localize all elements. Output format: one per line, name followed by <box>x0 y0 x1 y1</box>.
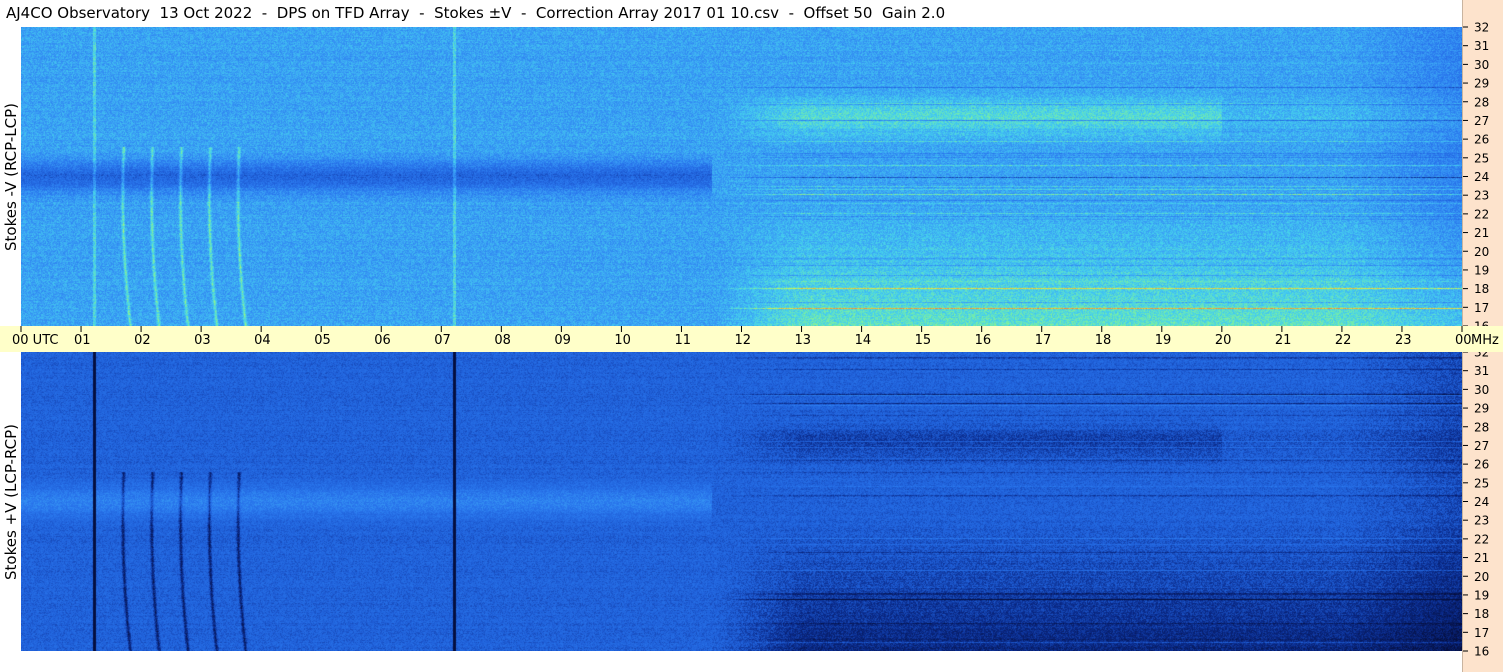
time-label-17: 17 <box>1035 333 1052 348</box>
top-freq-tick-label-21: 21 <box>1474 226 1489 240</box>
stokes-minus-v-spectrogram <box>21 27 1462 326</box>
bottom-freq-tick-label-16: 16 <box>1474 645 1489 659</box>
bottom-freq-tick-label-21: 21 <box>1474 551 1489 565</box>
time-label-24: 00 <box>1455 333 1472 348</box>
bottom-freq-tick-label-25: 25 <box>1474 476 1489 490</box>
time-label-22: 22 <box>1335 333 1352 348</box>
top-freq-tick-label-28: 28 <box>1474 95 1489 109</box>
top-freq-tick-label-19: 19 <box>1474 263 1489 277</box>
top-panel-ylabel: Stokes -V (RCP-LCP) <box>0 27 22 326</box>
time-label-16: 16 <box>975 333 992 348</box>
bottom-freq-tick-label-31: 31 <box>1474 364 1489 378</box>
bottom-freq-tick-label-18: 18 <box>1474 607 1489 621</box>
time-label-1: 01 <box>74 333 91 348</box>
stokes-minus-v-canvas <box>21 27 1462 326</box>
bottom-freq-tick-label-32: 32 <box>1474 352 1489 360</box>
top-freq-tick-label-22: 22 <box>1474 207 1489 221</box>
bottom-freq-tick-label-19: 19 <box>1474 588 1489 602</box>
top-frequency-axis: 3231302928272625242322212019181716 <box>1462 0 1503 326</box>
time-label-9: 09 <box>554 333 571 348</box>
bottom-strip <box>21 651 1462 672</box>
stokes-plus-v-canvas <box>21 352 1462 651</box>
time-label-2: 02 <box>134 333 151 348</box>
top-freq-tick-label-31: 31 <box>1474 39 1489 53</box>
top-freq-tick-label-25: 25 <box>1474 151 1489 165</box>
bottom-panel-ylabel-text: Stokes +V (LCP-RCP) <box>2 423 20 580</box>
bottom-frequency-axis: 32 31 30 29 28 27 26 25 24 23 22 21 20 19 18 17 16 <box>1462 352 1503 672</box>
top-freq-tick-label-23: 23 <box>1474 189 1489 203</box>
stokes-plus-v-spectrogram <box>21 352 1462 651</box>
frequency-unit-label: MHz <box>1471 333 1499 348</box>
time-label-20: 20 <box>1215 333 1232 348</box>
time-label-6: 06 <box>374 333 391 348</box>
bottom-freq-tick-label-29: 29 <box>1474 402 1489 416</box>
top-freq-tick-label-30: 30 <box>1474 58 1489 72</box>
time-label-7: 07 <box>434 333 451 348</box>
time-label-11: 11 <box>674 333 691 348</box>
time-label-14: 14 <box>855 333 872 348</box>
time-label-18: 18 <box>1095 333 1112 348</box>
bottom-freq-tick-label-22: 22 <box>1474 532 1489 546</box>
time-label-19: 19 <box>1155 333 1172 348</box>
bottom-freq-tick-label-28: 28 <box>1474 420 1489 434</box>
time-label-0: 00 UTC <box>12 333 58 348</box>
time-label-13: 13 <box>795 333 812 348</box>
bottom-freq-tick-label-27: 27 <box>1474 439 1489 453</box>
utc-time-axis: 00 UTC 01 02 03 04 05 06 07 08 09 10 11 12 13 14 15 16 17… <box>0 326 1503 352</box>
bottom-panel-ylabel: Stokes +V (LCP-RCP) <box>0 352 22 651</box>
top-freq-tick-label-32: 32 <box>1474 21 1489 35</box>
top-freq-tick-label-27: 27 <box>1474 114 1489 128</box>
top-freq-tick-label-20: 20 <box>1474 245 1489 259</box>
time-label-8: 08 <box>494 333 511 348</box>
time-label-10: 10 <box>614 333 631 348</box>
bottom-freq-tick-label-20: 20 <box>1474 570 1489 584</box>
time-label-15: 15 <box>915 333 932 348</box>
top-freq-tick-label-17: 17 <box>1474 301 1489 315</box>
top-freq-tick-label-18: 18 <box>1474 282 1489 296</box>
top-panel-ylabel-text: Stokes -V (RCP-LCP) <box>2 102 20 251</box>
time-label-4: 04 <box>254 333 271 348</box>
bottom-freq-tick-label-24: 24 <box>1474 495 1489 509</box>
top-freq-tick-label-29: 29 <box>1474 77 1489 91</box>
bottom-freq-tick-label-26: 26 <box>1474 458 1489 472</box>
page-title: AJ4CO Observatory 13 Oct 2022 - DPS on T… <box>6 4 946 22</box>
time-label-12: 12 <box>735 333 752 348</box>
time-label-23: 23 <box>1395 333 1412 348</box>
bottom-freq-tick-label-17: 17 <box>1474 626 1489 640</box>
time-label-5: 05 <box>314 333 331 348</box>
time-label-21: 21 <box>1275 333 1292 348</box>
bottom-freq-tick-label-30: 30 <box>1474 383 1489 397</box>
bottom-freq-tick-label-23: 23 <box>1474 514 1489 528</box>
top-freq-tick-label-24: 24 <box>1474 170 1489 184</box>
time-label-3: 03 <box>194 333 211 348</box>
top-freq-tick-label-26: 26 <box>1474 133 1489 147</box>
